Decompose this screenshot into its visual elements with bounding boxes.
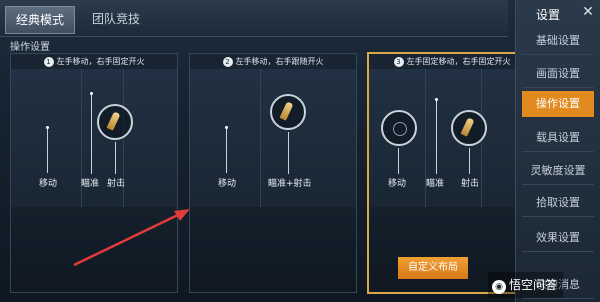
panel-title: 2 左手移动，右手跟随开火 <box>190 54 356 69</box>
top-tab-bar: 经典模式 团队竞技 <box>0 0 508 37</box>
sidebar-title: 设置 <box>536 8 561 22</box>
aim-line <box>436 100 437 174</box>
panel-title: 3 左手固定移动，右手固定开火 <box>369 54 535 69</box>
custom-layout-button[interactable]: 自定义布局 <box>398 257 468 279</box>
fire-line <box>115 142 116 174</box>
watermark: ◉ 悟空问答 <box>488 272 564 298</box>
aim-fire-line <box>288 132 289 174</box>
sidebar-item-controls[interactable]: 操作设置 <box>522 91 594 117</box>
column-divider <box>260 69 261 207</box>
settings-sidebar: 设置 ✕ 基础设置 画面设置 操作设置 载具设置 灵敏度设置 拾取设置 效果设置… <box>515 0 600 302</box>
move-dot <box>46 126 49 129</box>
watermark-text: 悟空问答 <box>509 278 558 292</box>
panel-title-text: 左手移动，右手固定开火 <box>56 57 145 66</box>
move-line <box>47 126 48 173</box>
aim-dot <box>435 98 438 101</box>
tab-team-deathmatch[interactable]: 团队竞技 <box>82 6 150 32</box>
aim-line <box>91 94 92 174</box>
sidebar-item-effects[interactable]: 效果设置 <box>522 225 594 252</box>
fire-line <box>469 148 470 174</box>
sidebar-item-sensitivity[interactable]: 灵敏度设置 <box>522 158 594 185</box>
panel-bottom-area <box>190 207 356 292</box>
aim-label: 瞄准 <box>426 179 445 189</box>
aim-dot <box>90 92 93 95</box>
fire-label: 射击 <box>107 179 126 189</box>
scheme-number-badge: 3 <box>393 57 404 67</box>
move-label: 移动 <box>388 179 407 189</box>
scheme-number-badge: 2 <box>222 57 233 67</box>
move-dot <box>225 126 228 129</box>
sidebar-item-vehicle[interactable]: 载具设置 <box>522 125 594 152</box>
sidebar-item-pickup[interactable]: 拾取设置 <box>522 190 594 217</box>
joystick-target-icon <box>393 122 407 136</box>
move-label: 移动 <box>218 179 237 189</box>
scheme-number-badge: 1 <box>43 57 54 67</box>
fire-button-icon <box>97 104 133 140</box>
bullet-icon <box>106 111 121 131</box>
move-label: 移动 <box>39 179 58 189</box>
move-line <box>398 148 399 174</box>
fixed-joystick-icon <box>381 110 417 146</box>
aim-fire-label: 瞄准+射击 <box>268 179 312 189</box>
panel-title: 1 左手移动，右手固定开火 <box>11 54 177 69</box>
wukong-logo-icon: ◉ <box>492 280 506 294</box>
section-label: 操作设置 <box>10 42 50 53</box>
panel-title-text: 左手固定移动，右手固定开火 <box>406 57 511 66</box>
close-icon[interactable]: ✕ <box>580 4 596 20</box>
bullet-icon <box>279 101 294 121</box>
move-line <box>226 126 227 173</box>
aim-label: 瞄准 <box>81 179 100 189</box>
sidebar-item-basic[interactable]: 基础设置 <box>522 28 594 55</box>
tab-classic-mode[interactable]: 经典模式 <box>5 6 75 34</box>
annotation-arrow-icon <box>73 209 190 267</box>
fire-button-icon <box>451 110 487 146</box>
arrow-shaft <box>73 211 183 267</box>
fire-label: 射击 <box>461 179 480 189</box>
bullet-icon <box>460 117 475 137</box>
aim-fire-button-icon <box>270 94 306 130</box>
sidebar-item-graphics[interactable]: 画面设置 <box>522 61 594 88</box>
panel-title-text: 左手移动，右手跟随开火 <box>235 57 324 66</box>
control-scheme-2[interactable]: 2 左手移动，右手跟随开火 移动 瞄准+射击 <box>189 53 357 293</box>
